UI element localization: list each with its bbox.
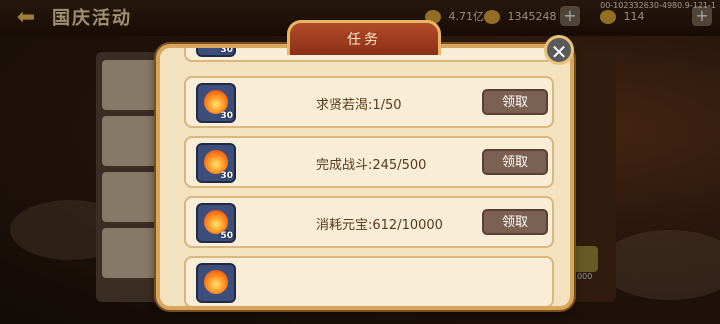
task-row: 30 完成战斗:245/500 领取 (184, 136, 554, 188)
task-icon: 30 (196, 48, 236, 57)
dialog-title-plate: 任务 (287, 20, 441, 55)
task-row: 50 消耗元宝:612/10000 领取 (184, 196, 554, 248)
claim-button[interactable]: 领取 (482, 149, 548, 175)
task-row-partial-bottom (184, 256, 554, 306)
task-icon: 30 (196, 83, 236, 123)
claim-button[interactable]: 领取 (482, 89, 548, 115)
task-icon (196, 263, 236, 303)
task-progress: 求贤若渴:1/50 (316, 98, 402, 113)
task-icon: 50 (196, 203, 236, 243)
task-progress: 完成战斗:245/500 (316, 158, 427, 173)
claim-button[interactable]: 领取 (482, 209, 548, 235)
task-row: 30 求贤若渴:1/50 领取 (184, 76, 554, 128)
close-button[interactable]: ✕ (544, 35, 574, 65)
flame-icon (204, 270, 228, 294)
task-icon: 30 (196, 143, 236, 183)
task-progress: 消耗元宝:612/10000 (316, 218, 443, 233)
dialog-title: 任务 (347, 32, 381, 48)
close-icon: ✕ (550, 40, 568, 64)
task-dialog: 30 30 求贤若渴:1/50 领取 30 完成战斗:245/500 领取 50 (156, 44, 574, 310)
